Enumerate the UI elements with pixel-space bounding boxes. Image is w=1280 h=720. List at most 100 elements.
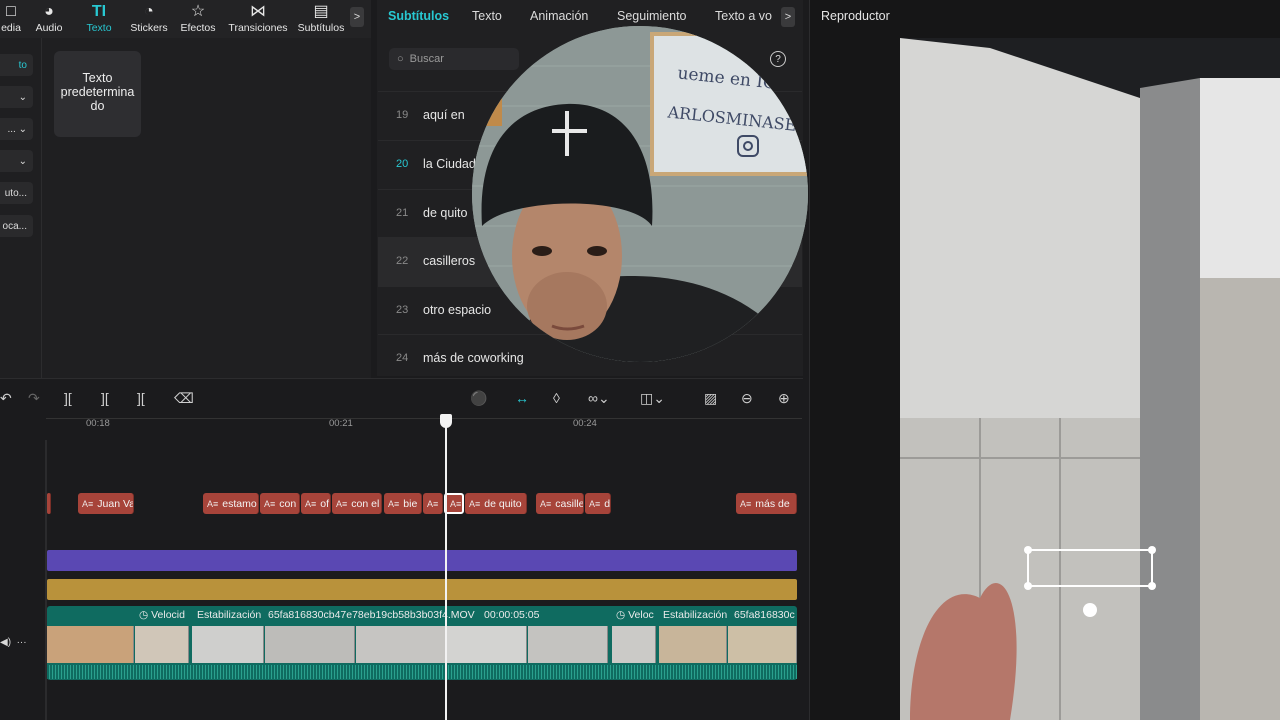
clip-filename: 65fa816830c — [734, 609, 795, 621]
top-toolbar: □ edia ◕ Audio TI Texto ◔ Stickers ☆ Efectos … — [0, 0, 371, 38]
caption-clip[interactable]: A≡ casille — [536, 493, 584, 514]
audio-icon: ◕ — [44, 3, 54, 20]
caption-clip[interactable]: A≡ of — [301, 493, 331, 514]
video-frame — [900, 38, 1280, 720]
delete-icon[interactable]: ⌫ — [174, 390, 194, 407]
video-thumbnail — [265, 626, 355, 663]
speed-label: ◷ Veloc — [616, 609, 654, 621]
search-input[interactable]: ○ Buscar — [389, 48, 519, 70]
caption-clip[interactable]: A≡ de quito — [465, 493, 527, 514]
ruler-line — [46, 418, 802, 419]
caption-clip[interactable]: A≡ estamo — [203, 493, 259, 514]
tab-text-to-voice[interactable]: Texto a vo — [715, 9, 772, 23]
tab-animation[interactable]: Animación — [530, 9, 588, 23]
text-clip-icon: A≡ — [589, 498, 601, 509]
text-clip-icon: A≡ — [264, 498, 276, 509]
tab-tracking[interactable]: Seguimiento — [617, 9, 687, 23]
replace-icon[interactable]: ▨ — [704, 390, 717, 407]
webcam-overlay: ueme en IG: ARLOSMINASET — [472, 26, 808, 362]
trim-right-icon[interactable]: ][ — [137, 390, 145, 406]
chain-dropdown-icon[interactable]: ∞⌄ — [588, 390, 610, 407]
help-icon[interactable]: ? — [770, 51, 786, 67]
toolbar-more-button[interactable]: > — [350, 7, 364, 27]
webcam-image: ueme en IG: ARLOSMINASET — [472, 26, 808, 362]
text-clip-icon: A≡ — [305, 498, 317, 509]
snap-icon[interactable]: ↔ — [515, 390, 529, 406]
effects-icon: ☆ — [190, 3, 206, 20]
text-clip-icon: A≡ — [82, 498, 94, 509]
category-dropdown[interactable]: ... ⌄ — [0, 118, 33, 140]
playhead[interactable] — [445, 414, 447, 720]
text-clip-icon: A≡ — [469, 498, 481, 509]
sticker-icon: ◔ — [144, 3, 154, 20]
redo-icon[interactable]: ↷ — [28, 390, 40, 407]
caption-clip[interactable] — [47, 493, 51, 514]
filter-track-clip[interactable] — [47, 579, 797, 600]
track-audio-icon[interactable]: ◀) ··· — [0, 637, 27, 648]
category-item[interactable]: uto... — [0, 182, 33, 204]
video-thumbnail — [356, 626, 446, 663]
stickers-tab[interactable]: ◔ Stickers — [128, 0, 170, 38]
zoom-out-icon[interactable]: ⊖ — [741, 390, 753, 407]
trim-left-icon[interactable]: ][ — [101, 390, 109, 406]
media-tab[interactable]: □ edia — [0, 0, 22, 38]
chevron-down-icon: ⌄ — [18, 91, 27, 103]
category-item[interactable]: oca... — [0, 215, 33, 237]
microphone-icon[interactable]: ⚫ — [470, 390, 487, 407]
chevron-down-icon: ⌄ — [18, 123, 27, 135]
search-icon: ○ — [397, 53, 404, 65]
audio-waveform — [47, 665, 797, 679]
player-title: Reproductor — [821, 9, 890, 23]
clip-filename: 65fa816830cb47e78eb19cb58b3b03f4.MOV — [268, 609, 475, 621]
effect-track-clip[interactable] — [47, 550, 797, 571]
caption-clip-selected[interactable]: A≡ — [444, 493, 464, 514]
video-thumbnail — [728, 626, 797, 663]
zoom-in-icon[interactable]: ⊕ — [778, 390, 790, 407]
effects-tab[interactable]: ☆ Efectos — [179, 0, 217, 38]
text-icon: TI — [91, 3, 107, 20]
caption-clip[interactable]: A≡ con el — [332, 493, 382, 514]
stabilization-label: Estabilización — [197, 609, 262, 621]
chevron-down-icon: ⌄ — [18, 155, 27, 167]
video-thumbnail — [528, 626, 608, 663]
text-clip-icon: A≡ — [540, 498, 552, 509]
category-dropdown[interactable]: ⌄ — [0, 86, 33, 108]
text-clip-icon: A≡ — [450, 498, 462, 509]
undo-icon[interactable]: ↶ — [0, 390, 12, 407]
ruler-label: 00:21 — [329, 418, 353, 429]
transition-icon: ⋈ — [250, 3, 266, 20]
caption-clip[interactable]: A≡ — [423, 493, 443, 514]
caption-clip[interactable]: A≡ con — [260, 493, 300, 514]
tabs-more-button[interactable]: > — [781, 7, 795, 27]
text-clip-icon: A≡ — [207, 498, 219, 509]
media-icon: □ — [6, 3, 16, 20]
caption-clip[interactable]: A≡ d — [585, 493, 611, 514]
text-clip-icon: A≡ — [740, 498, 752, 509]
default-text-preset[interactable]: Texto predetermina do — [54, 51, 141, 137]
caption-clip[interactable]: A≡ bie — [384, 493, 422, 514]
video-preview[interactable] — [900, 38, 1280, 720]
video-thumbnail — [47, 626, 134, 663]
caption-clip[interactable]: A≡ Juan Va — [78, 493, 134, 514]
text-clip-icon: A≡ — [427, 498, 439, 509]
transitions-tab[interactable]: ⋈ Transiciones — [227, 0, 289, 38]
preview-axis-dropdown-icon[interactable]: ◫⌄ — [640, 390, 665, 407]
video-thumbnail — [447, 626, 527, 663]
tab-subtitles[interactable]: Subtítulos — [388, 9, 449, 23]
tab-text[interactable]: Texto — [472, 9, 502, 23]
audio-tab[interactable]: ◕ Audio — [33, 0, 65, 38]
playhead-handle[interactable] — [440, 414, 452, 428]
category-dropdown[interactable]: ⌄ — [0, 150, 33, 172]
link-icon[interactable]: ◊ — [553, 390, 560, 406]
subtitles-tab[interactable]: ▤ Subtítulos — [296, 0, 346, 38]
video-thumbnail — [192, 626, 264, 663]
text-tab[interactable]: TI Texto — [83, 0, 115, 38]
subtitles-icon: ▤ — [313, 3, 329, 20]
split-icon[interactable]: ][ — [64, 390, 72, 406]
ruler-label: 00:24 — [573, 418, 597, 429]
caption-clip[interactable]: A≡ más de — [736, 493, 797, 514]
clip-duration: 00:00:05:05 — [484, 609, 540, 621]
video-thumbnail — [612, 626, 656, 663]
category-item[interactable]: to — [0, 54, 33, 76]
stabilization-label: Estabilización — [663, 609, 728, 621]
